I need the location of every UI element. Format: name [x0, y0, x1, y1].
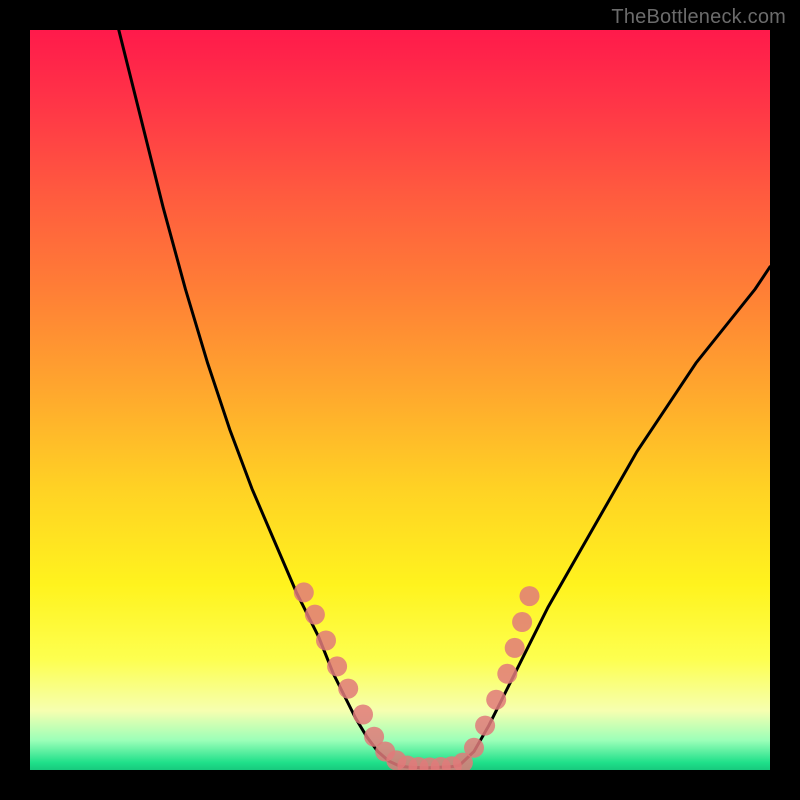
marker-dot [338, 679, 358, 699]
marker-group [294, 582, 540, 770]
plot-area [30, 30, 770, 770]
chart-frame: TheBottleneck.com [0, 0, 800, 800]
marker-dot [486, 690, 506, 710]
left-curve-path [119, 30, 400, 766]
marker-dot [327, 656, 347, 676]
marker-dot [305, 605, 325, 625]
marker-dot [475, 716, 495, 736]
watermark-text: TheBottleneck.com [611, 6, 786, 29]
marker-dot [316, 631, 336, 651]
marker-dot [505, 638, 525, 658]
marker-dot [294, 582, 314, 602]
marker-dot [497, 664, 517, 684]
chart-svg [30, 30, 770, 770]
marker-dot [353, 705, 373, 725]
right-curve-path [459, 267, 770, 766]
marker-dot [512, 612, 532, 632]
marker-dot [464, 738, 484, 758]
marker-dot [520, 586, 540, 606]
